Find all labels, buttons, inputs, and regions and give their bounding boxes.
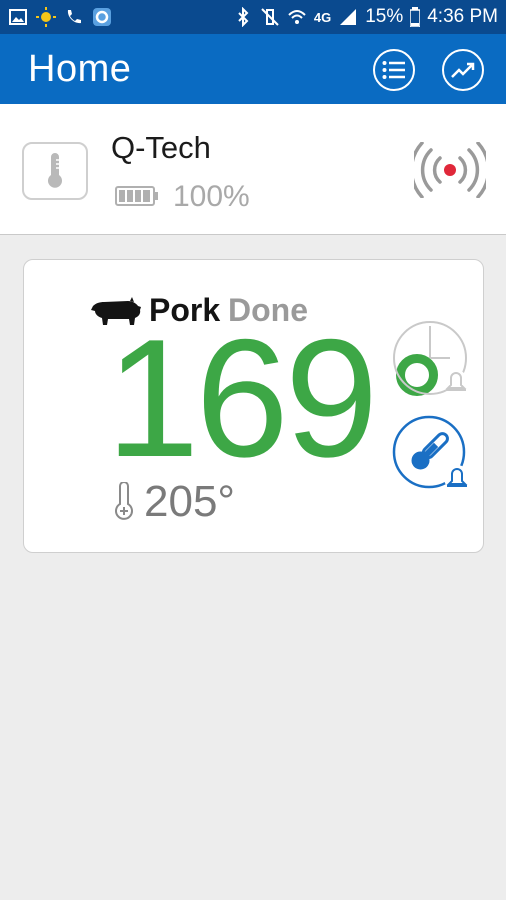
probe-card[interactable]: Pork Done 169 205° (23, 259, 484, 553)
weather-sun-icon (36, 7, 56, 27)
list-icon (382, 61, 405, 79)
timer-alarm-button[interactable] (390, 320, 470, 398)
app-notification-icon (93, 8, 111, 26)
target-temperature: 205° (144, 477, 236, 526)
cell-signal-icon (340, 9, 357, 25)
wifi-call-icon (67, 10, 81, 24)
device-name: Q-Tech (111, 130, 211, 165)
gallery-icon (9, 9, 27, 25)
list-view-button[interactable] (373, 49, 415, 91)
graph-button[interactable] (442, 49, 484, 91)
device-thermometer-button[interactable] (22, 142, 88, 200)
connection-signal-icon[interactable] (414, 142, 486, 198)
clock: 4:36 PM (427, 6, 498, 27)
status-bar: 4G 15% 4:36 PM (0, 0, 506, 34)
current-temperature: 169 (106, 304, 378, 492)
target-temperature-icon (115, 482, 133, 520)
bell-icon (444, 370, 468, 394)
notification-icons (8, 7, 112, 27)
wifi-icon (288, 10, 306, 24)
page-title: Home (28, 48, 132, 90)
device-battery-percent: 100% (173, 180, 250, 213)
system-status: 4G 15% 4:36 PM (233, 0, 498, 34)
vibrate-mute-icon (261, 8, 279, 26)
thermometer-icon (48, 153, 62, 188)
battery-percent: 15% (365, 6, 404, 27)
network-type: 4G (313, 9, 332, 25)
app-bar: Home (0, 34, 506, 104)
trend-graph-icon (451, 62, 475, 78)
device-battery-icon (115, 186, 158, 206)
blue-bell-icon (444, 465, 470, 491)
battery-icon (410, 7, 421, 27)
temperature-alarm-button[interactable] (391, 414, 471, 494)
bluetooth-icon (238, 7, 249, 27)
